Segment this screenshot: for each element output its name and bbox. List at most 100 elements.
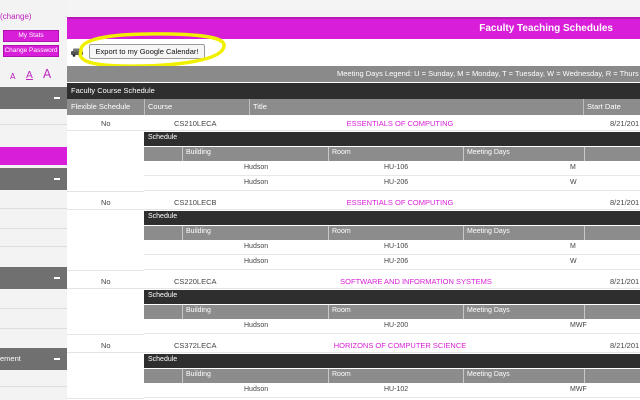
building-value: Hudson: [244, 164, 269, 171]
column-header-building[interactable]: Building: [186, 228, 211, 235]
building-value: Hudson: [244, 386, 269, 393]
column-header-flexible[interactable]: Flexible Schedule: [71, 102, 130, 111]
collapse-icon[interactable]: [54, 277, 60, 279]
meeting-days-value: MWF: [570, 386, 587, 393]
sidebar-divider: [0, 124, 67, 125]
schedule-subheader: Schedule: [144, 354, 640, 368]
change-password-button[interactable]: Change Password: [3, 45, 59, 57]
schedule-subheader: Schedule: [144, 211, 640, 225]
meeting-table-header: Building Room Meeting Days: [144, 147, 640, 161]
course-row: No CS372LECA HORIZONS OF COMPUTER SCIENCE 8…: [67, 338, 640, 353]
schedule-subheader: Schedule: [144, 290, 640, 304]
course-title-link[interactable]: ESSENTIALS OF COMPUTING: [347, 198, 454, 207]
meeting-row: Hudson HU-206 W: [144, 177, 640, 191]
sidebar-divider: [0, 308, 67, 309]
page-title: Faculty Teaching Schedules: [479, 23, 613, 34]
meeting-days-value: M: [570, 243, 576, 250]
building-value: Hudson: [244, 322, 269, 329]
column-header-course[interactable]: Course: [148, 102, 172, 111]
course-row: No CS220LECA SOFTWARE AND INFORMATION SYST…: [67, 274, 640, 289]
meeting-days-value: W: [570, 179, 577, 186]
sidebar: (change) My Stats Change Password A A A …: [0, 0, 67, 400]
start-date-value: 8/21/201: [610, 198, 640, 207]
schedule-label: Schedule: [148, 356, 178, 363]
font-size-controls: A A A: [10, 67, 60, 81]
room-value: HU-102: [384, 386, 409, 393]
column-header-title[interactable]: Title: [253, 102, 267, 111]
building-value: Hudson: [244, 179, 269, 186]
flexible-schedule-value: No: [101, 198, 111, 207]
font-size-large[interactable]: A: [43, 67, 51, 81]
font-size-small[interactable]: A: [10, 72, 15, 81]
column-header-building[interactable]: Building: [186, 149, 211, 156]
column-header-meeting-days[interactable]: Meeting Days: [467, 228, 510, 235]
schedule-label: Schedule: [148, 213, 178, 220]
column-header-building[interactable]: Building: [186, 371, 211, 378]
sidebar-divider: [0, 386, 67, 387]
course-row: No CS210LECB ESSENTIALS OF COMPUTING 8/21/2…: [67, 195, 640, 210]
collapse-icon[interactable]: [54, 178, 60, 180]
course-code: CS210LECB: [174, 198, 217, 207]
sidebar-section-label: ement: [0, 354, 21, 363]
column-header-start-date[interactable]: Start Date: [587, 102, 621, 111]
collapse-icon[interactable]: [54, 97, 60, 99]
building-value: Hudson: [244, 258, 269, 265]
column-header-room[interactable]: Room: [332, 228, 351, 235]
column-header-meeting-days[interactable]: Meeting Days: [467, 149, 510, 156]
export-google-calendar-button[interactable]: Export to my Google Calendar!: [89, 44, 205, 59]
column-header-meeting-days[interactable]: Meeting Days: [467, 371, 510, 378]
room-value: HU-206: [384, 179, 409, 186]
meeting-row: Hudson HU-102 MWF: [144, 384, 640, 398]
sidebar-section-header-2[interactable]: [0, 168, 67, 190]
course-title-link[interactable]: HORIZONS OF COMPUTER SCIENCE: [334, 341, 467, 350]
course-row: No CS210LECA ESSENTIALS OF COMPUTING 8/21/2…: [67, 116, 640, 131]
course-code: CS220LECA: [174, 277, 217, 286]
building-value: Hudson: [244, 243, 269, 250]
column-header-building[interactable]: Building: [186, 307, 211, 314]
schedule-title: Faculty Course Schedule: [71, 86, 155, 95]
meeting-table-header: Building Room Meeting Days: [144, 226, 640, 240]
column-header-room[interactable]: Room: [332, 149, 351, 156]
course-title-link[interactable]: SOFTWARE AND INFORMATION SYSTEMS: [340, 277, 492, 286]
sidebar-active-item[interactable]: [0, 147, 67, 165]
sidebar-section-header-3[interactable]: [0, 267, 67, 289]
meeting-table-header: Building Room Meeting Days: [144, 305, 640, 319]
sidebar-section-header-1[interactable]: [0, 87, 67, 109]
font-size-medium[interactable]: A: [26, 70, 33, 81]
start-date-value: 8/21/201: [610, 277, 640, 286]
meeting-row: Hudson HU-200 MWF: [144, 320, 640, 334]
column-header-meeting-days[interactable]: Meeting Days: [467, 307, 510, 314]
meeting-days-legend: Meeting Days Legend: U = Sunday, M = Mon…: [337, 69, 639, 78]
top-strip: [67, 0, 640, 17]
row-divider: [67, 191, 144, 192]
room-value: HU-200: [384, 322, 409, 329]
change-link[interactable]: (change): [0, 12, 32, 21]
toolbar: Export to my Google Calendar!: [67, 32, 640, 68]
room-value: HU-106: [384, 243, 409, 250]
meeting-table-header: Building Room Meeting Days: [144, 369, 640, 383]
column-header-room[interactable]: Room: [332, 371, 351, 378]
column-header-room[interactable]: Room: [332, 307, 351, 314]
room-value: HU-106: [384, 164, 409, 171]
flexible-schedule-value: No: [101, 341, 111, 350]
my-stats-button[interactable]: My Stats: [3, 30, 59, 42]
room-value: HU-206: [384, 258, 409, 265]
course-title-link[interactable]: ESSENTIALS OF COMPUTING: [347, 119, 454, 128]
schedule-title-bar: Faculty Course Schedule: [67, 83, 640, 99]
collapse-icon[interactable]: [54, 358, 60, 360]
meeting-days-value: MWF: [570, 322, 587, 329]
row-divider: [67, 334, 144, 335]
flexible-schedule-value: No: [101, 277, 111, 286]
meeting-row: Hudson HU-106 M: [144, 162, 640, 176]
course-code: CS210LECA: [174, 119, 217, 128]
row-divider: [67, 270, 144, 271]
meeting-row: Hudson HU-106 M: [144, 241, 640, 255]
schedule-label: Schedule: [148, 292, 178, 299]
course-code: CS372LECA: [174, 341, 217, 350]
start-date-value: 8/21/201: [610, 341, 640, 350]
sidebar-divider: [0, 208, 67, 209]
flexible-schedule-value: No: [101, 119, 111, 128]
legend-bar: Meeting Days Legend: U = Sunday, M = Mon…: [67, 66, 640, 82]
sidebar-section-header-4[interactable]: ement: [0, 348, 67, 370]
schedule-label: Schedule: [148, 134, 178, 141]
